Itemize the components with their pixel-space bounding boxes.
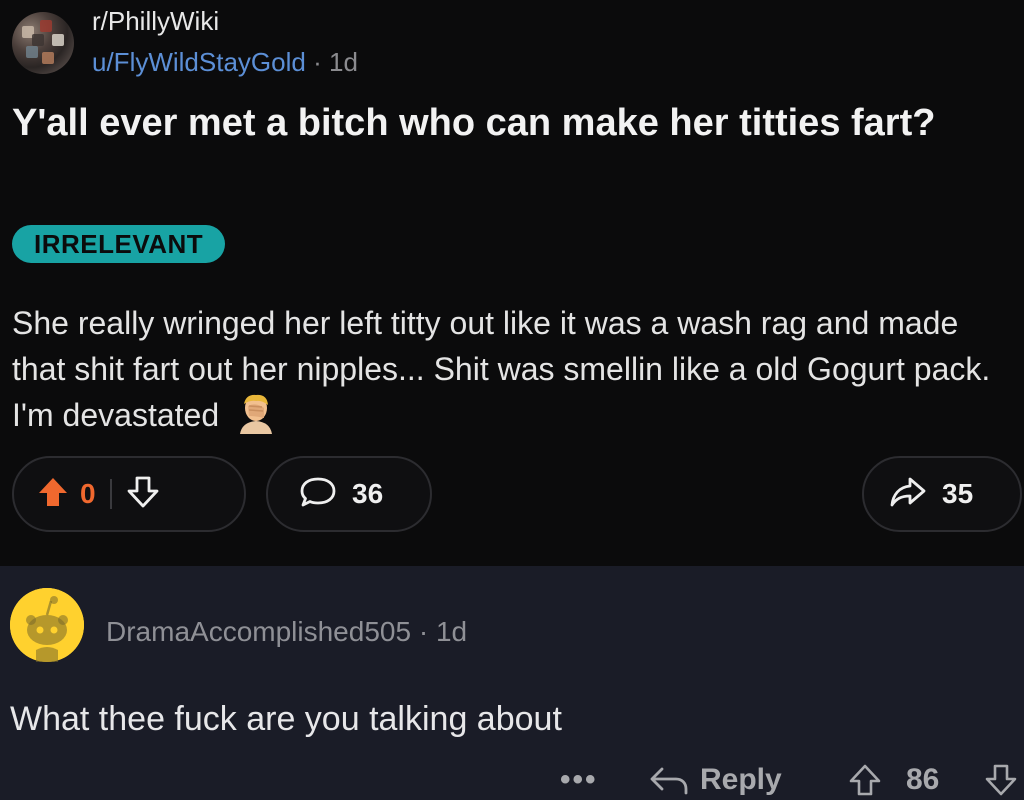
comment-meta: DramaAccomplished505 · 1d bbox=[106, 616, 467, 648]
subreddit-avatar[interactable] bbox=[12, 12, 74, 74]
comment-author[interactable]: DramaAccomplished505 bbox=[106, 616, 411, 647]
meta-separator: · bbox=[313, 47, 322, 77]
post-title[interactable]: Y'all ever met a bitch who can make her … bbox=[12, 100, 992, 147]
comment-body: What thee fuck are you talking about bbox=[10, 700, 562, 738]
reply-button[interactable]: Reply bbox=[648, 760, 782, 800]
share-button[interactable]: 35 bbox=[862, 456, 1022, 532]
snoo-icon bbox=[10, 588, 84, 662]
comment-upvote-icon[interactable] bbox=[848, 763, 882, 797]
comment-meta-separator: · bbox=[418, 616, 429, 647]
reply-label: Reply bbox=[700, 763, 782, 796]
comment-vote-count: 86 bbox=[906, 763, 940, 796]
post-vote-count: 0 bbox=[80, 478, 96, 509]
post-age: 1d bbox=[328, 47, 358, 77]
share-arrow-icon bbox=[888, 475, 928, 514]
reply-arrow-icon bbox=[648, 763, 690, 797]
comment-downvote-icon[interactable] bbox=[984, 760, 1018, 800]
downvote-icon[interactable] bbox=[126, 475, 160, 514]
vote-bar: 0 bbox=[12, 456, 246, 532]
more-options-button[interactable]: ••• bbox=[560, 760, 598, 800]
post-meta: u/FlyWildStayGold · 1d bbox=[92, 47, 358, 78]
comment-count: 36 bbox=[352, 478, 384, 509]
comment-age: 1d bbox=[435, 616, 468, 647]
post-body: She really wringed her left titty out li… bbox=[12, 300, 1012, 446]
upvote-icon[interactable] bbox=[36, 475, 70, 514]
comments-button[interactable]: 36 bbox=[266, 456, 432, 532]
post-body-text: She really wringed her left titty out li… bbox=[12, 305, 991, 433]
comment-upvote-group: 86 bbox=[848, 760, 939, 800]
comment-bubble-icon bbox=[298, 475, 338, 514]
face-palm-emoji-icon bbox=[236, 394, 276, 446]
share-count: 35 bbox=[942, 478, 974, 509]
post-card: r/PhillyWiki u/FlyWildStayGold · 1d Y'al… bbox=[0, 0, 1024, 566]
post-author[interactable]: u/FlyWildStayGold bbox=[92, 47, 306, 77]
subreddit-name[interactable]: r/PhillyWiki bbox=[92, 6, 219, 37]
commenter-avatar[interactable] bbox=[10, 588, 84, 662]
vote-divider bbox=[109, 479, 112, 509]
post-flair[interactable]: IRRELEVANT bbox=[12, 225, 226, 263]
